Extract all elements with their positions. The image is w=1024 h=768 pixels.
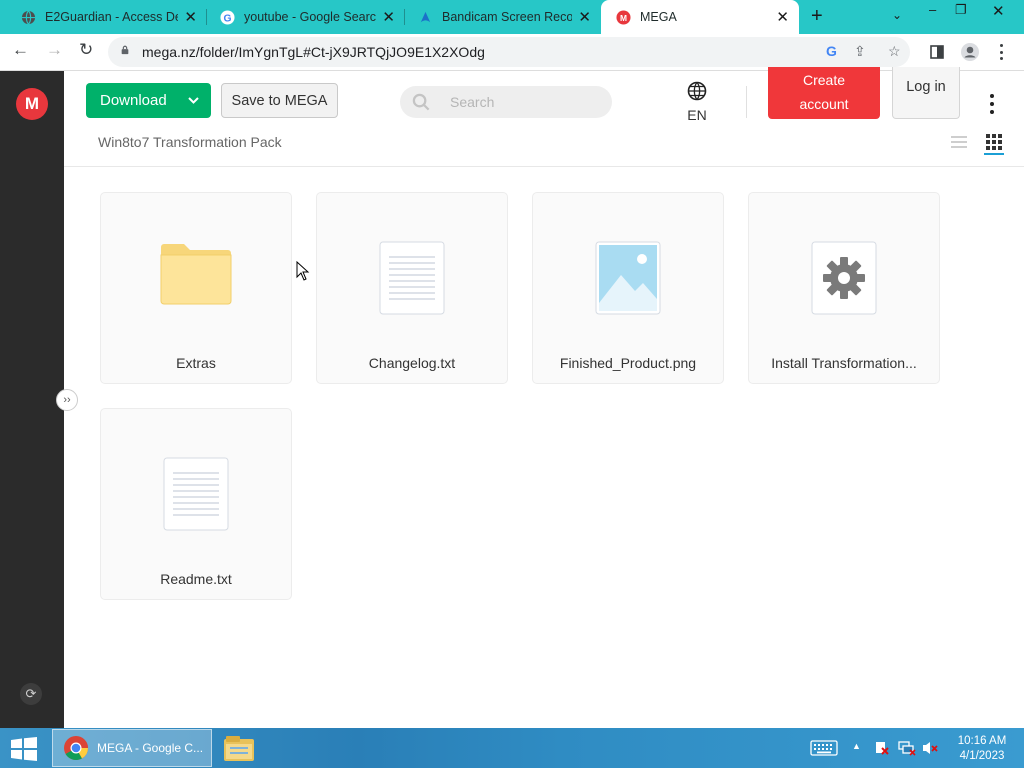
side-panel-icon[interactable] [930, 45, 944, 59]
file-name: Extras [176, 355, 216, 371]
svg-text:G: G [223, 13, 231, 24]
active-view-indicator [984, 153, 1004, 155]
grid-view-icon[interactable] [986, 134, 1002, 150]
language-label: EN [687, 107, 707, 123]
bandicam-icon [417, 9, 433, 25]
create-account-line1: Create [802, 72, 846, 88]
svg-text:M: M [619, 12, 626, 22]
lock-icon [121, 45, 129, 55]
breadcrumb[interactable]: Win8to7 Transformation Pack [98, 134, 282, 150]
browser-tab-strip: E2Guardian - Access Den ✕ G youtube - Go… [0, 0, 1024, 34]
profile-avatar-icon[interactable] [960, 42, 980, 62]
clock-time: 10:16 AM [957, 735, 1007, 747]
clock-date: 4/1/2023 [959, 750, 1005, 762]
forward-arrow-icon[interactable]: → [46, 40, 63, 60]
gear-file-icon [811, 241, 877, 315]
browser-toolbar: ← → ↻ mega.nz/folder/ImYgnTgL#Ct-jX9JRTQ… [0, 34, 1024, 71]
search-input[interactable] [448, 93, 602, 111]
url-text: mega.nz/folder/ImYgnTgL#Ct-jX9JRTQjJO9E1… [142, 44, 485, 60]
file-explorer-icon[interactable] [222, 733, 256, 763]
google-g-icon: G [219, 9, 235, 25]
windows-taskbar: MEGA - Google C... ▲ 10:16 AM 4/1/2023 [0, 728, 1024, 768]
download-label: Download [100, 92, 167, 109]
taskbar-chrome-button[interactable]: MEGA - Google C... [52, 729, 212, 767]
chrome-menu-icon[interactable] [1000, 44, 1004, 60]
header-divider [746, 86, 747, 118]
language-selector[interactable]: EN [677, 81, 717, 123]
close-tab-icon[interactable]: ✕ [578, 8, 591, 26]
taskbar-chrome-label: MEGA - Google C... [97, 741, 204, 755]
close-tab-icon[interactable]: ✕ [382, 8, 395, 26]
mouse-cursor-icon [296, 261, 310, 281]
file-tile-readme[interactable]: Readme.txt [100, 408, 292, 600]
close-tab-icon[interactable]: ✕ [184, 8, 197, 26]
mega-logo-icon[interactable]: M [16, 88, 48, 120]
volume-muted-icon[interactable] [922, 740, 938, 756]
create-account-line2: account [799, 96, 849, 112]
sync-icon[interactable]: ⟳ [20, 683, 42, 705]
globe-icon [20, 9, 36, 25]
new-tab-icon[interactable]: + [811, 5, 823, 28]
search-icon [412, 93, 430, 111]
file-tile-install-transformation[interactable]: Install Transformation... [748, 192, 940, 384]
tab-bandicam[interactable]: Bandicam Screen Record ✕ [405, 0, 601, 34]
tab-title: MEGA [640, 10, 677, 24]
tab-e2guardian[interactable]: E2Guardian - Access Den ✕ [0, 0, 207, 34]
expand-sidebar-icon[interactable]: ›› [56, 389, 78, 411]
file-name: Install Transformation... [771, 355, 917, 371]
text-file-icon [379, 241, 445, 315]
tab-mega[interactable]: M MEGA ✕ [601, 0, 799, 34]
share-icon[interactable]: ⇪ [854, 43, 866, 60]
tab-youtube-search[interactable]: G youtube - Google Search ✕ [207, 0, 405, 34]
download-button[interactable]: Download [86, 83, 211, 118]
show-hidden-icons-icon[interactable]: ▲ [852, 741, 861, 751]
create-account-button[interactable]: Create account [768, 67, 880, 119]
reload-icon[interactable]: ↻ [79, 40, 93, 60]
file-name: Readme.txt [160, 571, 232, 587]
chevron-down-icon[interactable] [175, 83, 211, 118]
more-options-icon[interactable] [985, 94, 999, 114]
action-center-icon[interactable] [874, 740, 890, 756]
file-tile-changelog[interactable]: Changelog.txt [316, 192, 508, 384]
system-clock[interactable]: 10:16 AM 4/1/2023 [948, 734, 1016, 764]
tab-search-chevron-icon[interactable]: ⌄ [892, 8, 902, 22]
tab-title: E2Guardian - Access Den [45, 10, 179, 24]
save-to-mega-button[interactable]: Save to MEGA [221, 83, 338, 118]
minimize-icon[interactable]: – [929, 2, 936, 17]
content-divider [64, 166, 1024, 167]
network-icon[interactable] [898, 740, 916, 756]
file-name: Changelog.txt [368, 355, 456, 371]
list-view-icon[interactable] [950, 134, 968, 150]
image-file-icon [595, 241, 661, 315]
back-arrow-icon[interactable]: ← [12, 40, 29, 60]
chrome-icon [64, 736, 89, 761]
folder-tile-extras[interactable]: Extras [100, 192, 292, 384]
address-bar[interactable]: mega.nz/folder/ImYgnTgL#Ct-jX9JRTQjJO9E1… [108, 37, 910, 67]
mega-sidebar: M ⟳ [0, 71, 64, 728]
file-tile-finished-product[interactable]: Finished_Product.png [532, 192, 724, 384]
folder-icon [160, 244, 232, 305]
mega-icon: M [615, 9, 631, 25]
close-tab-icon[interactable]: ✕ [776, 8, 789, 26]
tab-title: Bandicam Screen Record [442, 10, 573, 24]
globe-icon [687, 81, 707, 101]
text-file-icon [163, 457, 229, 531]
tab-title: youtube - Google Search [244, 10, 377, 24]
windows-start-icon[interactable] [10, 737, 38, 761]
search-box[interactable] [400, 86, 612, 118]
bookmark-star-icon[interactable]: ☆ [888, 43, 901, 60]
restore-icon[interactable]: ❐ [955, 2, 967, 18]
window-close-icon[interactable]: ✕ [992, 2, 1005, 20]
log-in-button[interactable]: Log in [892, 67, 960, 119]
google-translate-icon[interactable]: G [826, 43, 837, 59]
touch-keyboard-icon[interactable] [810, 740, 838, 756]
file-name: Finished_Product.png [559, 355, 697, 371]
